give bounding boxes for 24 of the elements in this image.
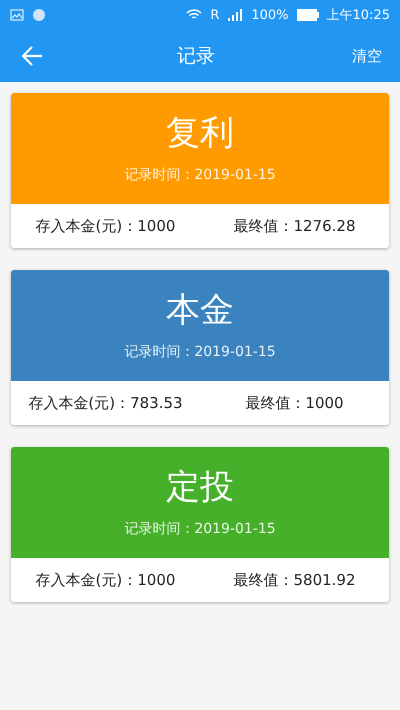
back-icon[interactable]	[20, 44, 44, 68]
record-type: 定投	[166, 467, 234, 508]
signal-icon	[227, 9, 244, 21]
battery-percent: 100%	[251, 8, 289, 22]
record-type: 本金	[166, 290, 234, 331]
image-icon	[10, 9, 24, 21]
carrier-text: R	[210, 8, 220, 22]
record-card[interactable]: 定投 记录时间：2019-01-15 存入本金(元)：1000 最终值：5801.92	[11, 447, 389, 602]
record-time: 记录时间：2019-01-15	[124, 342, 276, 361]
final-value-text: 最终值：5801.92	[232, 570, 357, 590]
record-time: 记录时间：2019-01-15	[124, 166, 276, 184]
circle-icon	[32, 8, 46, 22]
record-card[interactable]: 本金 记录时间：2019-01-15 存入本金(元)：783.53 最终值：1000	[11, 270, 389, 425]
record-time: 记录时间：2019-01-15	[124, 520, 276, 538]
battery-icon	[296, 9, 319, 21]
principal-text: 存入本金(元)：1000	[34, 570, 176, 590]
final-value-text: 最终值：1276.28	[232, 216, 357, 236]
record-card[interactable]: 复利 记录时间：2019-01-15 存入本金(元)：1000 最终值：1276.28	[11, 93, 389, 248]
final-value-text: 最终值：1000	[244, 394, 345, 412]
page-title: 记录	[176, 44, 216, 69]
record-type: 复利	[166, 113, 234, 154]
principal-text: 存入本金(元)：783.53	[27, 394, 184, 412]
principal-text: 存入本金(元)：1000	[34, 216, 176, 236]
clock: 上午10:25	[326, 7, 390, 24]
